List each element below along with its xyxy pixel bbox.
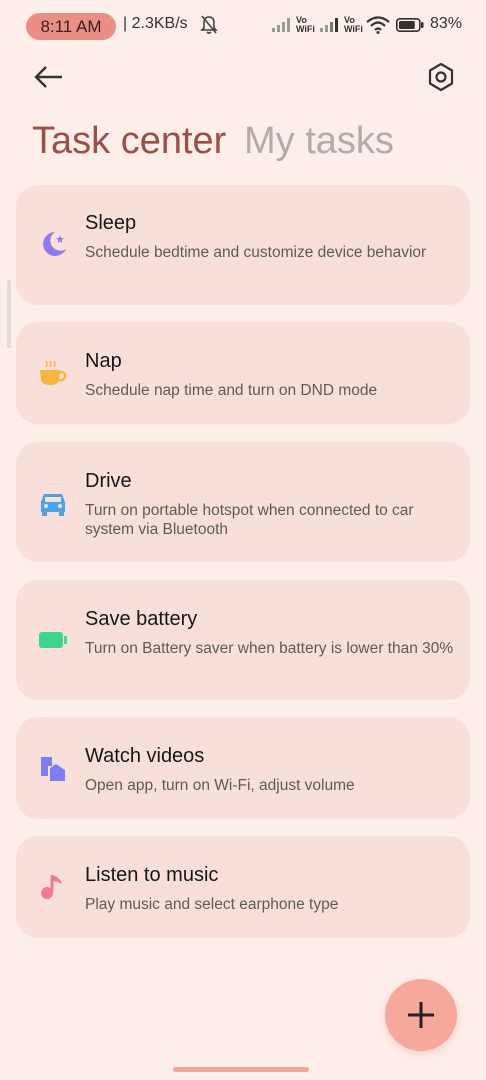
video-icon: [41, 757, 65, 781]
task-card-listen-to-music[interactable]: Listen to music Play music and select ea…: [16, 836, 470, 938]
plus-icon: [408, 1002, 434, 1028]
signal-icon: [320, 18, 338, 32]
wifi-icon: [366, 16, 390, 34]
task-title: Watch videos: [85, 745, 205, 767]
home-indicator[interactable]: [173, 1067, 309, 1072]
task-card-sleep[interactable]: Sleep Schedule bedtime and customize dev…: [16, 185, 470, 305]
signal-icon: [272, 18, 290, 32]
task-description: Open app, turn on Wi-Fi, adjust volume: [85, 777, 355, 794]
network-speed: | 2.3KB/s: [123, 15, 188, 32]
task-card-drive[interactable]: Drive Turn on portable hotspot when conn…: [16, 442, 470, 562]
task-title: Listen to music: [85, 864, 219, 886]
music-note-icon: [41, 875, 62, 899]
vowifi-label-1: Vo WiFi: [296, 15, 315, 34]
tab-my-tasks[interactable]: My tasks: [244, 118, 394, 164]
back-arrow-icon[interactable]: [30, 60, 70, 94]
task-description: Schedule bedtime and customize device be…: [85, 244, 427, 261]
task-card-save-battery[interactable]: Save battery Turn on Battery saver when …: [16, 580, 470, 700]
battery-icon: [39, 632, 67, 648]
battery-status-icon: [396, 18, 424, 32]
status-time: 8:11 AM: [26, 13, 116, 40]
tab-task-center[interactable]: Task center: [32, 118, 226, 164]
task-description: Play music and select earphone type: [85, 896, 339, 913]
task-title: Save battery: [85, 608, 198, 630]
car-icon: [41, 494, 65, 516]
task-title: Nap: [85, 350, 122, 372]
settings-hexagon-icon[interactable]: [424, 60, 458, 94]
task-description: Turn on Battery saver when battery is lo…: [85, 640, 454, 657]
add-task-button[interactable]: [385, 979, 457, 1051]
scroll-indicator: [7, 280, 11, 348]
moon-icon: [43, 232, 66, 256]
vowifi-label-2: Vo WiFi: [344, 15, 363, 34]
task-description: Turn on portable hotspot when connected …: [85, 502, 414, 538]
status-bar: 8:11 AM | 2.3KB/s Vo WiFi Vo WiFi 83%: [0, 0, 486, 52]
task-title: Drive: [85, 470, 132, 492]
task-card-nap[interactable]: Nap Schedule nap time and turn on DND mo…: [16, 322, 470, 424]
task-card-watch-videos[interactable]: Watch videos Open app, turn on Wi-Fi, ad…: [16, 717, 470, 819]
task-description: Schedule nap time and turn on DND mode: [85, 382, 378, 399]
coffee-cup-icon: [40, 360, 67, 385]
task-title: Sleep: [85, 212, 137, 234]
battery-percent: 83%: [430, 15, 463, 32]
bell-off-icon: [200, 15, 218, 34]
